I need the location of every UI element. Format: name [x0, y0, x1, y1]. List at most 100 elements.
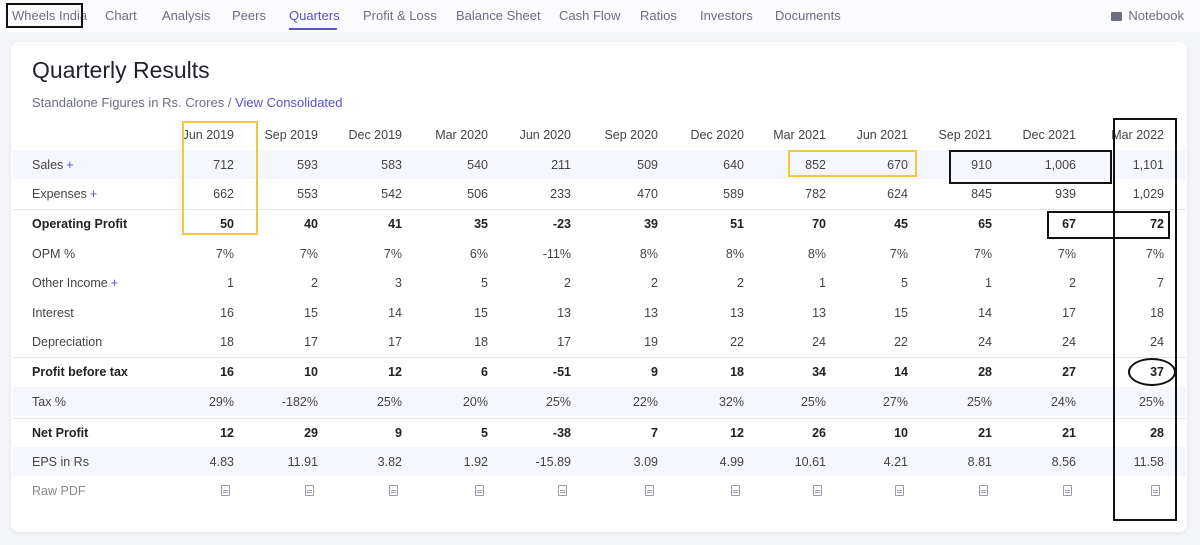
expand-plus-icon[interactable]: + — [66, 158, 73, 172]
table-cell: 8% — [639, 247, 658, 261]
table-cell: 12 — [388, 365, 402, 379]
pdf-file-icon[interactable] — [895, 485, 904, 496]
pdf-file-icon[interactable] — [389, 485, 398, 496]
table-cell: 25% — [800, 395, 826, 409]
table-cell: 14 — [388, 306, 402, 320]
table-cell: 24 — [1062, 335, 1076, 349]
table-cell: 4.99 — [719, 455, 744, 469]
row-label[interactable]: Sales + — [32, 158, 74, 172]
table-cell: 640 — [723, 158, 744, 172]
table-row — [12, 447, 1186, 476]
table-cell: 24 — [978, 335, 992, 349]
table-cell: 11.91 — [287, 455, 318, 469]
pdf-file-icon[interactable] — [305, 485, 314, 496]
table-cell: 51 — [730, 217, 744, 231]
black-box-mar2022-column — [1113, 118, 1177, 521]
table-cell: 13 — [644, 306, 658, 320]
row-label[interactable]: Expenses + — [32, 187, 97, 201]
table-cell: 22 — [894, 335, 908, 349]
table-cell: 17 — [1062, 306, 1076, 320]
top-nav: Wheels India Chart Analysis Peers Quarte… — [0, 0, 1200, 32]
table-cell: 1 — [985, 276, 992, 290]
table-cell: 21 — [978, 426, 992, 440]
table-cell: 25% — [545, 395, 571, 409]
nav-profit-loss[interactable]: Profit & Loss — [363, 8, 437, 23]
table-cell: 12 — [220, 426, 234, 440]
nav-investors[interactable]: Investors — [700, 8, 753, 23]
row-label-text: Profit before tax — [32, 365, 128, 379]
table-cell: 26 — [812, 426, 826, 440]
nav-peers[interactable]: Peers — [232, 8, 266, 23]
pdf-file-icon[interactable] — [645, 485, 654, 496]
table-cell: 39 — [644, 217, 658, 231]
section-subtitle: Standalone Figures in Rs. Crores / View … — [32, 95, 343, 110]
table-cell: 624 — [887, 187, 908, 201]
table-cell: 7% — [973, 247, 992, 261]
table-cell: 70 — [812, 217, 826, 231]
active-tab-indicator — [289, 28, 337, 30]
table-cell: 540 — [467, 158, 488, 172]
table-cell: 470 — [637, 187, 658, 201]
expand-plus-icon[interactable]: + — [90, 187, 97, 201]
table-cell: 3.82 — [377, 455, 402, 469]
pdf-file-icon[interactable] — [475, 485, 484, 496]
table-cell: 845 — [971, 187, 992, 201]
column-header: Jun 2020 — [519, 128, 571, 142]
table-cell: 34 — [812, 365, 826, 379]
table-cell: 13 — [812, 306, 826, 320]
view-consolidated-link[interactable]: View Consolidated — [235, 95, 342, 110]
table-cell: 589 — [723, 187, 744, 201]
circle-pbt-mar2022 — [1128, 358, 1176, 386]
pdf-file-icon[interactable] — [979, 485, 988, 496]
pdf-file-icon[interactable] — [1063, 485, 1072, 496]
table-cell: 7% — [215, 247, 234, 261]
row-label[interactable]: Other Income + — [32, 276, 118, 290]
table-cell: -182% — [281, 395, 318, 409]
table-cell: 16 — [220, 365, 234, 379]
table-cell: 18 — [474, 335, 488, 349]
table-cell: 29% — [208, 395, 234, 409]
table-cell: 7% — [889, 247, 908, 261]
table-cell: -15.89 — [535, 455, 571, 469]
table-cell: 25% — [966, 395, 992, 409]
table-cell: 7% — [383, 247, 402, 261]
table-cell: 7% — [299, 247, 318, 261]
nav-chart[interactable]: Chart — [105, 8, 137, 23]
nav-ratios[interactable]: Ratios — [640, 8, 677, 23]
nav-balance-sheet[interactable]: Balance Sheet — [456, 8, 541, 23]
table-cell: 45 — [894, 217, 908, 231]
row-label: Operating Profit — [32, 217, 127, 231]
row-label: Depreciation — [32, 335, 102, 349]
table-cell: 3 — [395, 276, 402, 290]
nav-quarters[interactable]: Quarters — [289, 8, 340, 23]
table-cell: 593 — [297, 158, 318, 172]
table-cell: 2 — [564, 276, 571, 290]
table-cell: 15 — [894, 306, 908, 320]
row-label-text: Net Profit — [32, 426, 89, 440]
table-cell: 4.83 — [209, 455, 234, 469]
row-label-text: Depreciation — [32, 335, 103, 349]
nav-documents[interactable]: Documents — [775, 8, 841, 23]
row-label: OPM % — [32, 247, 75, 261]
table-cell: 25% — [376, 395, 402, 409]
nav-analysis[interactable]: Analysis — [162, 8, 210, 23]
pdf-file-icon[interactable] — [813, 485, 822, 496]
notebook-link[interactable]: Notebook — [1111, 8, 1184, 23]
table-cell: 41 — [388, 217, 402, 231]
table-cell: 506 — [467, 187, 488, 201]
table-cell: 13 — [730, 306, 744, 320]
table-cell: 10 — [304, 365, 318, 379]
pdf-file-icon[interactable] — [558, 485, 567, 496]
black-box-sales — [949, 150, 1112, 184]
table-cell: 14 — [978, 306, 992, 320]
pdf-file-icon[interactable] — [731, 485, 740, 496]
nav-cash-flow[interactable]: Cash Flow — [559, 8, 620, 23]
table-cell: 19 — [644, 335, 658, 349]
row-label: Profit before tax — [32, 365, 128, 379]
table-cell: 18 — [730, 365, 744, 379]
row-label-text: Expenses — [32, 187, 87, 201]
table-cell: 40 — [304, 217, 318, 231]
pdf-file-icon[interactable] — [221, 485, 230, 496]
expand-plus-icon[interactable]: + — [111, 276, 118, 290]
table-cell: 20% — [462, 395, 488, 409]
